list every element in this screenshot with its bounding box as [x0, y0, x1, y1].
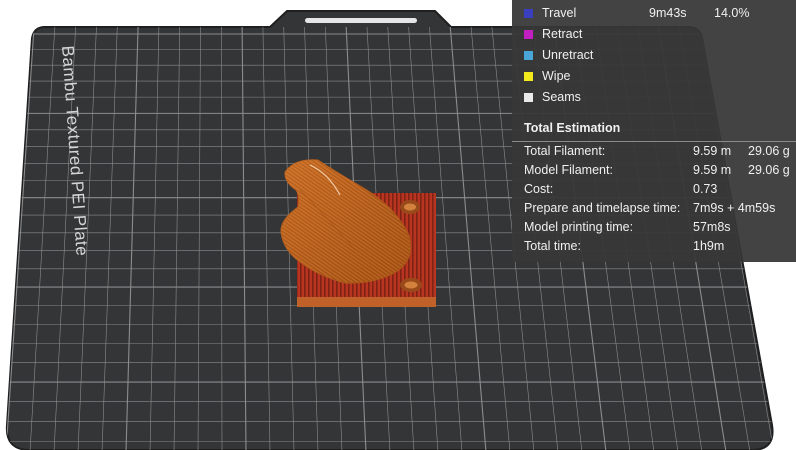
estimation-value: 57m8s	[693, 220, 731, 234]
plate-handle-slot	[305, 18, 417, 23]
legend-percent: 14.0%	[714, 6, 750, 20]
estimation-value: 9.59 m	[693, 163, 732, 177]
legend-item-retract: Retract	[512, 26, 796, 46]
estimation-row: Total Filament: 9.59 m 29.06 g	[512, 144, 796, 163]
estimation-row: Model printing time: 57m8s	[512, 220, 796, 239]
legend-label: Seams	[542, 90, 581, 104]
legend-label: Travel	[542, 6, 577, 20]
estimation-label: Total Filament:	[524, 144, 606, 158]
estimation-row: Cost: 0.73	[512, 182, 796, 201]
legend-swatch-unretract	[524, 51, 533, 60]
estimation-row: Prepare and timelapse time: 7m9s + 4m59s	[512, 201, 796, 220]
legend-swatch-retract	[524, 30, 533, 39]
estimation-row: Model Filament: 9.59 m 29.06 g	[512, 163, 796, 182]
slice-legend-panel: Travel 9m43s 14.0% Retract Unretract Wipe Seam…	[512, 0, 796, 262]
legend-time: 9m43s	[649, 6, 687, 20]
legend-item-seams: Seams	[512, 89, 796, 109]
legend-item-travel: Travel 9m43s 14.0%	[512, 5, 796, 25]
estimation-weight: 29.06 g	[748, 163, 790, 177]
legend-label: Wipe	[542, 69, 571, 83]
estimation-value: 7m9s + 4m59s	[693, 201, 776, 215]
legend-swatch-travel	[524, 9, 533, 18]
estimation-label: Cost:	[524, 182, 554, 196]
estimation-label: Model printing time:	[524, 220, 634, 234]
legend-label: Retract	[542, 27, 583, 41]
estimation-value: 9.59 m	[693, 144, 732, 158]
estimation-value: 0.73	[693, 182, 718, 196]
3d-preview-viewport[interactable]: Bambu Textured PEI Plate Travel 9m43s 14.0…	[0, 0, 796, 450]
estimation-label: Model Filament:	[524, 163, 613, 177]
total-estimation-title: Total Estimation	[524, 121, 621, 135]
legend-item-wipe: Wipe	[512, 68, 796, 88]
estimation-divider	[512, 141, 796, 142]
estimation-row: Total time: 1h9m	[512, 239, 796, 258]
estimation-weight: 29.06 g	[748, 144, 790, 158]
legend-item-unretract: Unretract	[512, 47, 796, 67]
estimation-label: Prepare and timelapse time:	[524, 201, 681, 215]
estimation-value: 1h9m	[693, 239, 725, 253]
legend-swatch-wipe	[524, 72, 533, 81]
estimation-label: Total time:	[524, 239, 581, 253]
legend-label: Unretract	[542, 48, 594, 62]
legend-swatch-seams	[524, 93, 533, 102]
